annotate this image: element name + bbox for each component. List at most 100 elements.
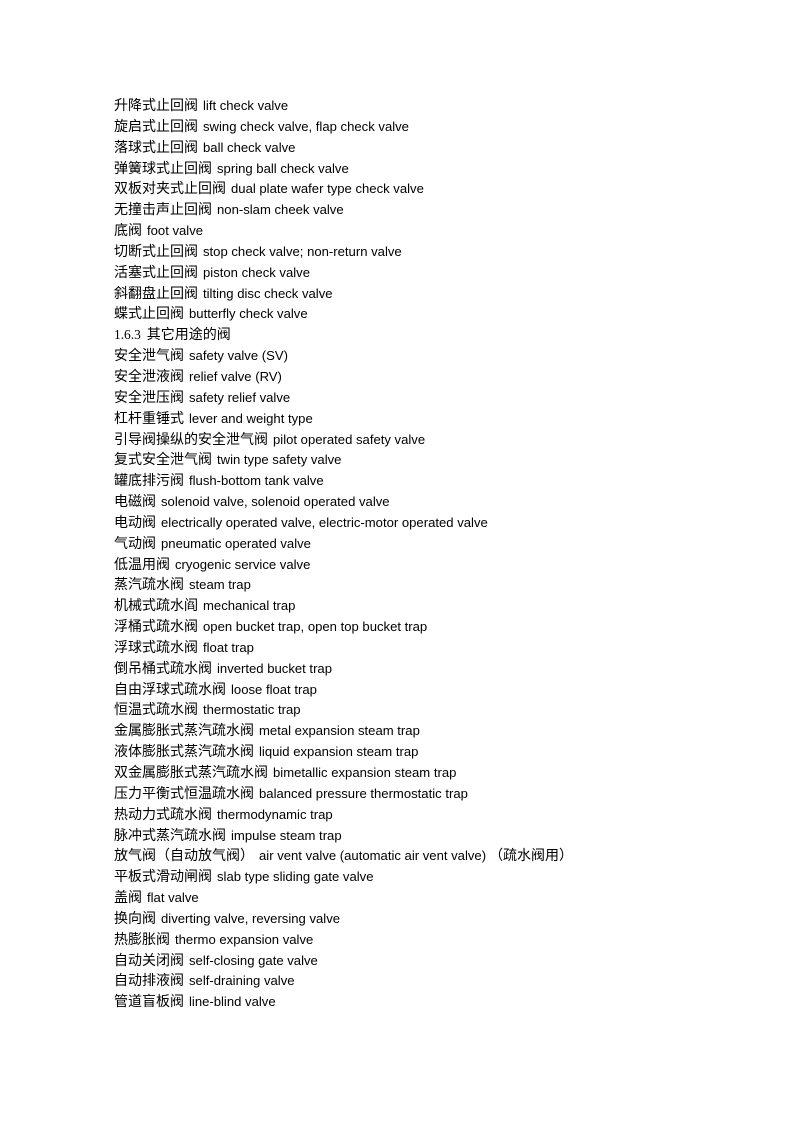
- glossary-term-english: inverted bucket trap: [217, 660, 332, 676]
- glossary-term-english: line-blind valve: [189, 994, 276, 1010]
- glossary-term-english: steam trap: [189, 577, 251, 593]
- glossary-entry: 切断式止回阀 stop check valve; non-return valve: [114, 242, 694, 263]
- glossary-term-english: loose float trap: [231, 681, 317, 697]
- glossary-entry: 压力平衡式恒温疏水阀 balanced pressure thermostatic…: [114, 784, 694, 805]
- glossary-entry: 脉冲式蒸汽疏水阀 impulse steam trap: [114, 826, 694, 847]
- glossary-term-english: lever and weight type: [189, 410, 313, 426]
- glossary-entry: 无撞击声止回阀 non-slam cheek valve: [114, 200, 694, 221]
- glossary-entry: 活塞式止回阀 piston check valve: [114, 263, 694, 284]
- glossary-term-chinese: 杠杆重锤式: [114, 410, 184, 427]
- glossary-term-english: self-draining valve: [189, 973, 295, 989]
- glossary-term-chinese: 双金属膨胀式蒸汽疏水阀: [114, 765, 268, 781]
- glossary-term-chinese: 自由浮球式疏水阀: [114, 681, 226, 698]
- glossary-term-chinese: 液体膨胀式蒸汽疏水阀: [114, 744, 254, 761]
- glossary-term-chinese: 斜翻盘止回阀: [114, 285, 198, 302]
- glossary-entry: 电磁阀 solenoid valve, solenoid operated val…: [114, 492, 694, 513]
- glossary-term-english: impulse steam trap: [231, 827, 342, 843]
- glossary-entry: 恒温式疏水阀 thermostatic trap: [114, 700, 694, 721]
- glossary-term-chinese: 金属膨胀式蒸汽疏水阀: [114, 723, 254, 740]
- glossary-entry: 自动排液阀 self-draining valve: [114, 971, 694, 992]
- glossary-term-english: relief valve (RV): [189, 368, 282, 384]
- glossary-entry: 气动阀 pneumatic operated valve: [114, 534, 694, 555]
- glossary-entry: 双金属膨胀式蒸汽疏水阀 bimetallic expansion steam tr…: [114, 763, 694, 784]
- glossary-term-chinese: 切断式止回阀: [114, 243, 198, 260]
- glossary-term-english: tilting disc check valve: [203, 285, 333, 301]
- glossary-term-english: slab type sliding gate valve: [217, 869, 374, 885]
- glossary-entry: 平板式滑动闸阀 slab type sliding gate valve: [114, 867, 694, 888]
- glossary-entry: 低温用阀 cryogenic service valve: [114, 555, 694, 576]
- glossary-entry: 底阀 foot valve: [114, 221, 694, 242]
- glossary-term-chinese: 换向阀: [114, 910, 156, 927]
- glossary-entry: 蝶式止回阀 butterfly check valve: [114, 304, 694, 325]
- glossary-entry: 液体膨胀式蒸汽疏水阀 liquid expansion steam trap: [114, 742, 694, 763]
- glossary-term-english: lift check valve: [203, 98, 289, 113]
- glossary-term-chinese: 底阀: [114, 223, 142, 240]
- glossary-entry: 双板对夹式止回阀 dual plate wafer type check valv…: [114, 179, 694, 200]
- glossary-term-chinese: 电磁阀: [114, 494, 156, 511]
- glossary-entry: 复式安全泄气阀 twin type safety valve: [114, 450, 694, 471]
- glossary-term-chinese: 倒吊桶式疏水阀: [114, 660, 212, 677]
- glossary-entry: 斜翻盘止回阀 tilting disc check valve: [114, 284, 694, 305]
- glossary-term-english: liquid expansion steam trap: [259, 744, 419, 760]
- glossary-term-english: metal expansion steam trap: [259, 723, 420, 739]
- glossary-term-english: balanced pressure thermostatic trap: [259, 785, 468, 801]
- glossary-term-english: pneumatic operated valve: [161, 535, 311, 551]
- glossary-entry: 旋启式止回阀 swing check valve, flap check valv…: [114, 117, 694, 138]
- glossary-term-english: open bucket trap, open top bucket trap: [203, 619, 428, 635]
- glossary-term-english: thermo expansion valve: [175, 931, 314, 947]
- glossary-term-english: diverting valve, reversing valve: [161, 910, 341, 926]
- glossary-term-chinese: 管道盲板阀: [114, 994, 184, 1011]
- glossary-term-chinese: 放气阀（自动放气阀）: [114, 848, 254, 865]
- glossary-term-english: solenoid valve, solenoid operated valve: [161, 494, 390, 510]
- glossary-term-english: foot valve: [147, 223, 204, 239]
- glossary-term-chinese: 活塞式止回阀: [114, 264, 198, 281]
- glossary-term-chinese: 脉冲式蒸汽疏水阀: [114, 827, 226, 844]
- glossary-entry: 蒸汽疏水阀 steam trap: [114, 575, 694, 596]
- glossary-term-chinese: 气动阀: [114, 535, 156, 552]
- glossary-term-english: cryogenic service valve: [175, 556, 311, 572]
- glossary-term-english: dual plate wafer type check valve: [231, 181, 424, 197]
- glossary-term-english: stop check valve; non-return valve: [203, 243, 402, 259]
- glossary-term-chinese: 盖阀: [114, 890, 142, 907]
- glossary-entry: 金属膨胀式蒸汽疏水阀 metal expansion steam trap: [114, 721, 694, 742]
- glossary-entry-note: （疏水阀用）: [489, 848, 574, 865]
- section-heading: 1.6.3 其它用途的阀: [114, 325, 694, 346]
- glossary-entry: 杠杆重锤式 lever and weight type: [114, 409, 694, 430]
- glossary-term-chinese: 安全泄压阀: [114, 389, 184, 406]
- glossary-term-chinese: 安全泄液阀: [114, 368, 184, 385]
- glossary-term-chinese: 压力平衡式恒温疏水阀: [114, 785, 254, 802]
- glossary-entry: 升降式止回阀 lift check valve: [114, 96, 694, 117]
- glossary-entry: 安全泄压阀 safety relief valve: [114, 388, 694, 409]
- glossary-entry: 电动阀 electrically operated valve, electric…: [114, 513, 694, 534]
- glossary-term-english: piston check valve: [203, 264, 310, 280]
- glossary-term-english: flat valve: [147, 890, 199, 906]
- glossary-term-chinese: 电动阀: [114, 514, 156, 531]
- glossary-term-english: spring ball check valve: [217, 160, 349, 176]
- glossary-term-english: flush-bottom tank valve: [189, 473, 324, 489]
- glossary-entry: 热动力式疏水阀 thermodynamic trap: [114, 805, 694, 826]
- glossary-entry: 罐底排污阀 flush-bottom tank valve: [114, 471, 694, 492]
- glossary-term-english: mechanical trap: [203, 598, 296, 614]
- glossary-term-chinese: 罐底排污阀: [114, 473, 184, 490]
- glossary-entry: 换向阀 diverting valve, reversing valve: [114, 909, 694, 930]
- glossary-entry: 安全泄液阀 relief valve (RV): [114, 367, 694, 388]
- glossary-term-english: ball check valve: [203, 139, 296, 155]
- glossary-term-english: safety relief valve: [189, 389, 291, 405]
- glossary-term-chinese: 双板对夹式止回阀: [114, 181, 226, 198]
- glossary-entry: 自动关闭阀 self-closing gate valve: [114, 951, 694, 972]
- glossary-term-chinese: 自动关闭阀: [114, 952, 184, 969]
- glossary-term-chinese: 弹簧球式止回阀: [114, 160, 212, 177]
- glossary-term-english: electrically operated valve, electric-mo…: [161, 514, 488, 530]
- glossary-term-chinese: 热膨胀阀: [114, 931, 170, 948]
- glossary-term-chinese: 复式安全泄气阀: [114, 452, 212, 469]
- glossary-term-english: non-slam cheek valve: [217, 202, 344, 218]
- glossary-term-chinese: 无撞击声止回阀: [114, 202, 212, 219]
- glossary-entry: 管道盲板阀 line-blind valve: [114, 992, 694, 1013]
- glossary-term-chinese: 机械式疏水阎: [114, 598, 198, 615]
- glossary-term-english: float trap: [203, 639, 254, 655]
- glossary-entry: 盖阀 flat valve: [114, 888, 694, 909]
- glossary-term-english: self-closing gate valve: [189, 952, 318, 968]
- glossary-term-english: swing check valve, flap check valve: [203, 118, 409, 134]
- section-heading-title: 其它用途的阀: [146, 327, 231, 344]
- glossary-term-chinese: 引导阀操纵的安全泄气阀: [114, 431, 268, 448]
